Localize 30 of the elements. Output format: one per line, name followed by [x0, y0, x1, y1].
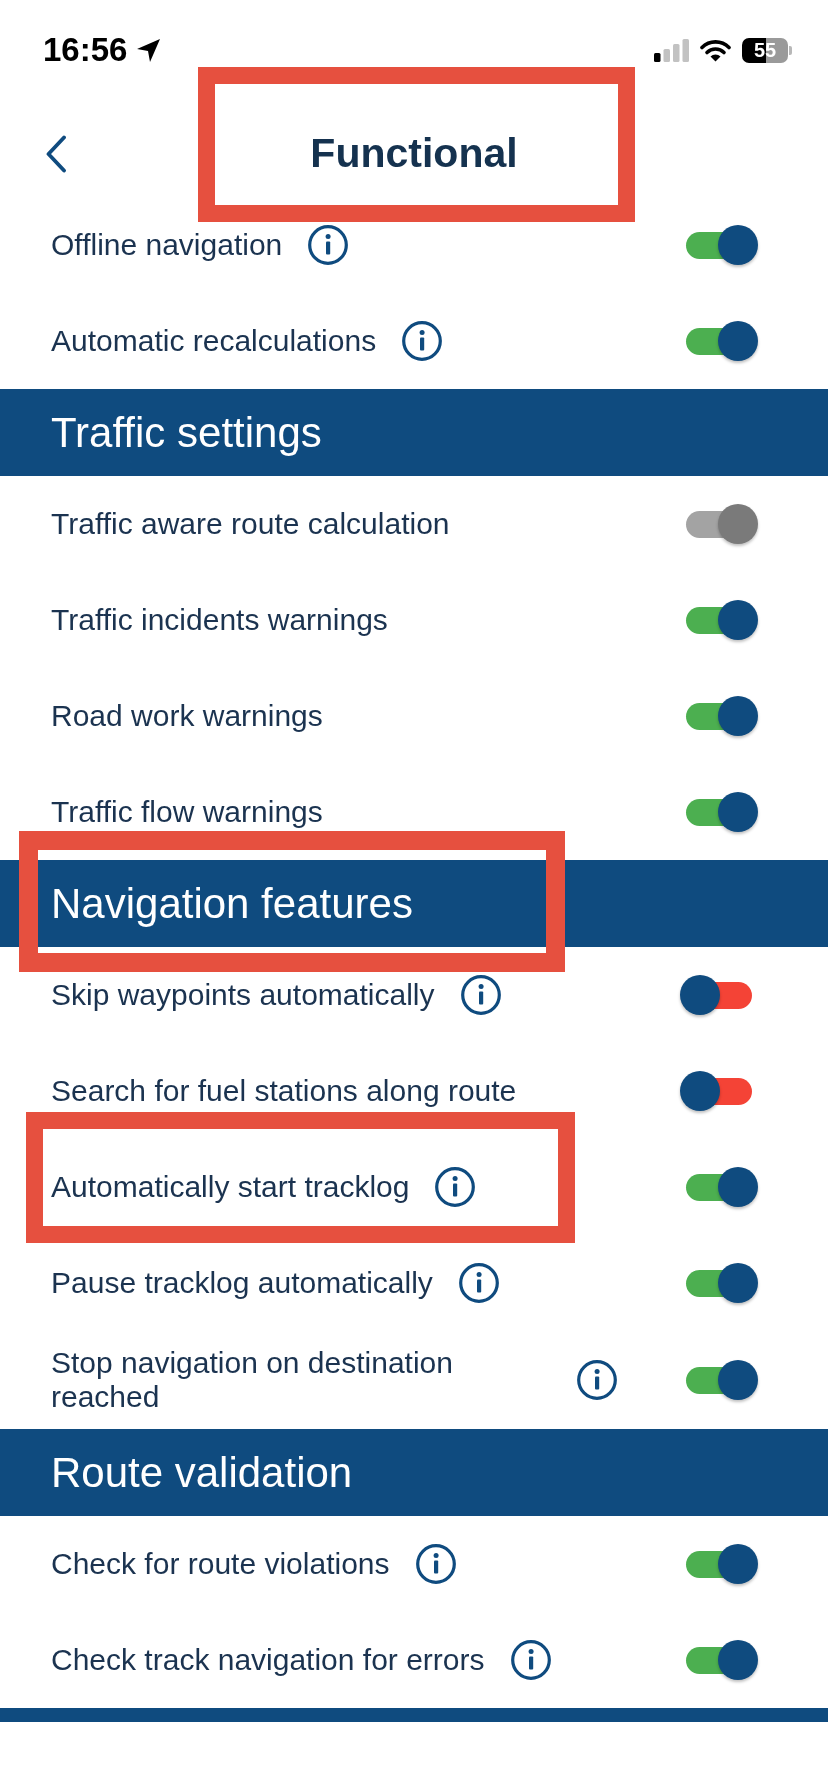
section-header: Navigation features [0, 860, 828, 947]
info-icon[interactable] [308, 225, 349, 265]
setting-label: Skip waypoints automatically [51, 978, 435, 1012]
setting-label: Traffic incidents warnings [51, 603, 388, 637]
back-icon[interactable] [45, 134, 67, 173]
setting-label: Traffic flow warnings [51, 795, 323, 829]
info-icon[interactable] [402, 321, 443, 361]
setting-label: Automatically start tracklog [51, 1170, 410, 1204]
setting-label: Check track navigation for errors [51, 1643, 485, 1677]
status-time: 16:56 [43, 31, 128, 69]
setting-label: Automatic recalculations [51, 324, 377, 358]
setting-label: Traffic aware route calculation [51, 507, 450, 541]
setting-label: Search for fuel stations along route [51, 1074, 517, 1108]
setting-label: Offline navigation [51, 228, 283, 262]
section-header: Route validation [0, 1429, 828, 1516]
info-icon[interactable] [415, 1544, 456, 1584]
setting-label: Stop navigation on destination reached [51, 1346, 454, 1414]
page-title: Functional [310, 130, 518, 177]
signal-icon [654, 38, 689, 62]
info-icon[interactable] [460, 975, 501, 1015]
section-header: Traffic settings [0, 389, 828, 476]
info-icon[interactable] [510, 1640, 551, 1680]
setting-label: Pause tracklog automatically [51, 1266, 433, 1300]
wifi-icon [700, 38, 731, 62]
setting-label: Road work warnings [51, 699, 323, 733]
setting-label: Check for route violations [51, 1547, 390, 1581]
info-icon[interactable] [458, 1263, 499, 1303]
info-icon[interactable] [435, 1167, 476, 1207]
info-icon[interactable] [577, 1360, 617, 1400]
location-arrow-icon [136, 37, 162, 63]
